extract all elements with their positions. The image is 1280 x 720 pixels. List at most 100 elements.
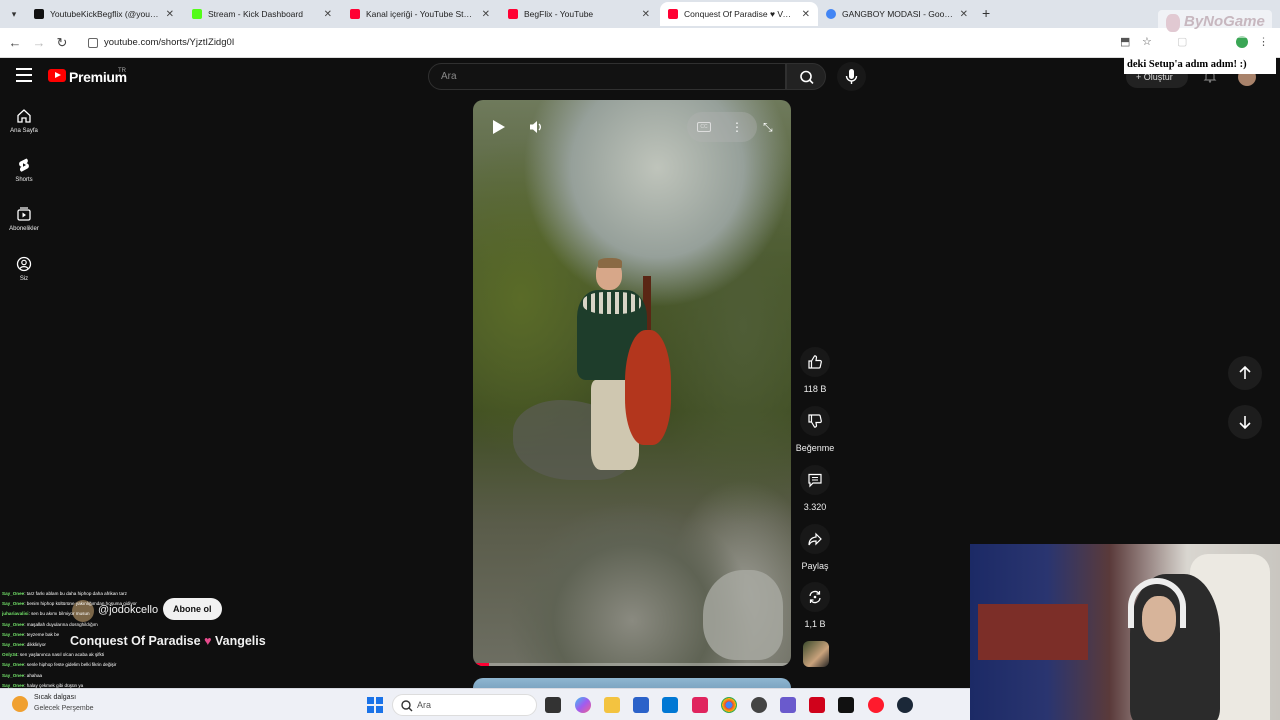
browser-tab[interactable]: Stream - Kick Dashboard ✕ — [184, 2, 340, 26]
play-icon[interactable] — [493, 120, 505, 134]
outlook-icon[interactable] — [662, 697, 678, 713]
capcut-icon[interactable] — [692, 697, 708, 713]
close-tab-icon[interactable]: ✕ — [960, 9, 968, 20]
video-progress-bar[interactable] — [473, 663, 791, 666]
steam-icon[interactable] — [897, 697, 913, 713]
close-tab-icon[interactable]: ✕ — [482, 9, 490, 20]
dislike-button[interactable]: Beğenme — [796, 406, 834, 453]
chat-message: Say_Onee: dikkliriyor — [2, 640, 202, 650]
share-button[interactable]: Paylaş — [796, 524, 834, 571]
address-bar[interactable]: youtube.com/shorts/YjztIZidg0I — [84, 32, 1114, 54]
sidebar-item-home[interactable]: Ana Sayfa — [0, 108, 48, 134]
browser-tab[interactable]: Kanal içeriği - YouTube Studio ✕ — [342, 2, 498, 26]
browser-tab[interactable]: YoutubeKickBegflix (@youtube... ✕ — [26, 2, 182, 26]
volume-icon[interactable] — [529, 119, 543, 135]
chat-text: : tarz farkı ablam bu daha hiphop daha a… — [24, 591, 127, 596]
search-input[interactable] — [441, 64, 771, 89]
browser-tab-bar: ▾ YoutubeKickBegflix (@youtube... ✕ Stre… — [0, 0, 1280, 28]
chrome-icon[interactable] — [721, 697, 737, 713]
close-tab-icon[interactable]: ✕ — [166, 9, 174, 20]
browser-tab-active[interactable]: Conquest Of Paradise ♥ Vangel ✕ — [660, 2, 818, 26]
forward-button[interactable]: → — [30, 34, 48, 52]
url-text: youtube.com/shorts/YjztIZidg0I — [104, 37, 235, 48]
close-tab-icon[interactable]: ✕ — [802, 9, 810, 20]
chat-message: Say_Onee: maşallah duyularına dosnghildı… — [2, 620, 202, 630]
chat-message: Only34: sen yaşlanınca nasıl olcan acaba… — [2, 650, 202, 660]
country-code: TR — [118, 68, 126, 74]
task-view-icon[interactable] — [545, 697, 561, 713]
sidebar-item-you[interactable]: Siz — [0, 256, 48, 282]
site-info-icon[interactable] — [88, 38, 98, 48]
stream-chat-overlay: Say_Onee : tarz farkı ablam bu daha hipho… — [2, 589, 202, 691]
chat-message: Say_Onee: ahahaa — [2, 671, 202, 681]
dislike-label: Beğenme — [795, 443, 835, 453]
kick-favicon-icon — [192, 9, 202, 19]
new-tab-button[interactable]: + — [982, 5, 990, 21]
bookmark-star-icon[interactable]: ☆ — [1142, 35, 1152, 48]
heart-icon: ♥ — [204, 634, 212, 648]
file-explorer-icon[interactable] — [604, 697, 620, 713]
taskbar-search[interactable]: Ara — [392, 694, 537, 716]
weather-icon[interactable] — [12, 696, 28, 712]
store-icon[interactable] — [633, 697, 649, 713]
you-icon — [16, 256, 32, 272]
like-button[interactable]: 118 B — [796, 347, 834, 394]
close-tab-icon[interactable]: ✕ — [324, 9, 332, 20]
browser-tab[interactable]: BegFlix - YouTube ✕ — [500, 2, 658, 26]
youtube-logo-icon[interactable] — [48, 69, 66, 82]
chat-username: Only34 — [2, 652, 18, 658]
like-count: 118 B — [803, 384, 827, 394]
tab-search-dropdown[interactable]: ▾ — [6, 6, 22, 22]
more-options-icon[interactable]: ⋮ — [731, 120, 743, 134]
copilot-icon[interactable] — [575, 697, 591, 713]
sidebar-item-label: Shorts — [15, 177, 33, 183]
voice-search-button[interactable] — [837, 62, 866, 91]
start-button[interactable] — [367, 697, 383, 713]
video-frame-detail — [625, 330, 671, 445]
previous-short-button[interactable] — [1228, 356, 1262, 390]
weather-subtext: Gelecek Perşembe — [34, 705, 94, 712]
tiktok-icon[interactable] — [838, 697, 854, 713]
chat-text: : sen bu akımı bilmiyor musun — [28, 611, 90, 617]
back-button[interactable]: ← — [6, 34, 24, 52]
chat-text: : dikkliriyor — [24, 642, 46, 648]
next-short-button[interactable] — [1228, 405, 1262, 439]
shorts-video-player[interactable]: CC ⋮ ⤡ — [473, 100, 791, 666]
bynogame-logo-icon — [1166, 14, 1180, 32]
remix-count: 1,1 B — [804, 619, 826, 629]
captions-icon[interactable]: CC — [697, 122, 711, 132]
sound-source-thumbnail[interactable] — [803, 641, 829, 667]
fullscreen-icon[interactable]: ⤡ — [763, 120, 773, 135]
app-icon[interactable] — [780, 697, 796, 713]
youtube-favicon-icon — [508, 9, 518, 19]
search-icon — [401, 700, 413, 712]
obs-icon[interactable] — [751, 697, 767, 713]
chat-username: Say_Onee — [2, 601, 25, 607]
app-l-icon[interactable] — [809, 697, 825, 713]
webcam-overlay — [970, 544, 1280, 720]
chat-username: Say_Onee — [2, 631, 25, 637]
tiktok-favicon-icon — [34, 9, 44, 19]
close-tab-icon[interactable]: ✕ — [642, 9, 650, 20]
thumbs-up-icon — [808, 355, 822, 369]
chat-message: Say_Onee: benim hiphop kültürüne yakınlı… — [2, 599, 202, 609]
remix-button[interactable]: 1,1 B — [796, 582, 834, 629]
menu-icon[interactable] — [16, 68, 32, 82]
chat-username: Say_Onee — [2, 672, 25, 678]
arrow-down-icon — [1239, 416, 1251, 430]
weather-text[interactable]: Sıcak dalgası — [34, 694, 76, 701]
sidebar-item-shorts[interactable]: Shorts — [0, 157, 48, 183]
search-button[interactable] — [786, 63, 826, 90]
chat-username: Say_Onee — [2, 662, 25, 668]
opera-icon[interactable] — [868, 697, 884, 713]
taskbar-search-label: Ara — [417, 700, 432, 710]
video-frame-detail — [598, 258, 622, 268]
reload-button[interactable]: ↻ — [53, 34, 71, 52]
sidebar-item-subscriptions[interactable]: Abonelikler — [0, 206, 48, 232]
chat-text: : maşallah duyularına dosnghildığım — [24, 621, 98, 627]
microphone-icon — [845, 69, 858, 84]
browser-tab[interactable]: GANGBOY MODASI - Google'da ✕ — [818, 2, 976, 26]
install-app-icon[interactable]: ⬒ — [1120, 35, 1130, 48]
comments-button[interactable]: 3.320 — [796, 465, 834, 512]
chat-username: Say_Onee — [2, 642, 25, 648]
